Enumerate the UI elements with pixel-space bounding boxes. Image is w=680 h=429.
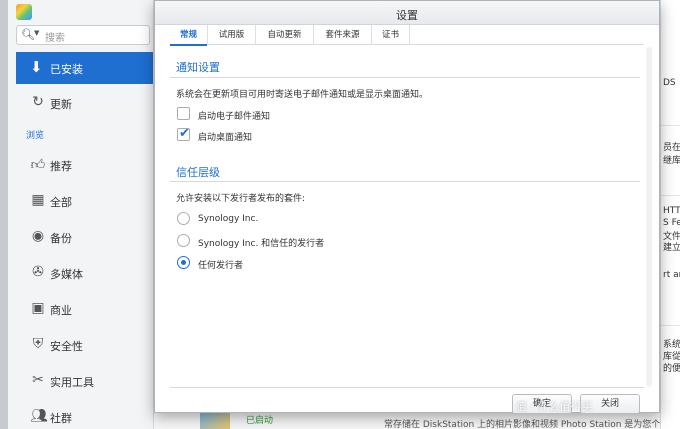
search-icon: 🔍︎ — [21, 28, 35, 41]
status-badge: 已启动 — [246, 416, 274, 426]
sidebar-item-recommended[interactable]: 👍︎ 推荐 — [16, 151, 153, 179]
dialog-titlebar[interactable]: 设置 — [155, 1, 659, 25]
divider — [661, 125, 680, 126]
sidebar-item-label: 推荐 — [50, 160, 72, 173]
download-icon: ⬇ — [30, 58, 43, 76]
sidebar-item-all[interactable]: ▦ 全部 — [16, 187, 153, 215]
sidebar-item-label: 社群 — [50, 412, 72, 425]
trust-option-synology-radio[interactable] — [177, 212, 190, 225]
refresh-icon: ↻ — [32, 94, 44, 110]
sidebar-item-backup[interactable]: ◉ 备份 — [16, 223, 153, 251]
sidebar-item-security[interactable]: ⛨ 安全性 — [16, 331, 153, 359]
thumbs-up-icon: 👍︎ — [30, 157, 46, 173]
divider — [661, 325, 680, 326]
background-text: 的便 — [663, 364, 680, 374]
sidebar-item-utilities[interactable]: ✂ 实用工具 — [16, 367, 153, 395]
background-text: DS — [663, 78, 676, 88]
shield-icon: ⛨ — [32, 336, 44, 352]
background-text: HTT — [663, 206, 680, 216]
background-text: 建立 — [663, 243, 680, 253]
dialog-title: 设置 — [396, 9, 418, 22]
checkmark-icon: ✔ — [179, 126, 190, 141]
sidebar-item-label: 备份 — [50, 232, 72, 245]
settings-dialog: 设置 常规 试用版 自动更新 套件来源 证书 通知设置 系统会在更新项目可用时寄… — [154, 0, 660, 414]
package-center-logo — [16, 4, 32, 20]
trust-option-any-radio[interactable] — [177, 256, 190, 269]
sidebar-item-label: 安全性 — [50, 340, 83, 353]
sidebar-item-label: 全部 — [50, 196, 72, 209]
background-text: S Fe — [663, 218, 680, 228]
background-text: 员在 — [663, 143, 680, 153]
background-text: rt an — [663, 270, 680, 280]
backup-icon: ◉ — [31, 228, 45, 244]
trust-level-description: 允许安装以下发行者发布的套件: — [176, 194, 306, 204]
tab-package-sources[interactable]: 套件来源 — [314, 25, 372, 45]
email-notification-label[interactable]: 启动电子邮件通知 — [198, 109, 270, 122]
search-input[interactable]: 🔍︎ ▼ 搜索 — [16, 25, 150, 45]
trust-option-any-label[interactable]: 任何发行者 — [198, 258, 243, 271]
section-title-trust-level: 信任层级 — [176, 166, 220, 179]
sidebar-item-multimedia[interactable]: ✇ 多媒体 — [16, 259, 153, 287]
section-title-notification: 通知设置 — [176, 61, 220, 74]
package-center-sidebar: 🔍︎ ▼ 搜索 ⬇ 已安装 ↻ 更新 浏览 👍︎ 推荐 ▦ 全部 ◉ 备份 ✇ … — [8, 0, 154, 429]
sidebar-item-label: 已安装 — [50, 63, 83, 76]
trust-option-trusted-label[interactable]: Synology Inc. 和信任的发行者 — [198, 236, 324, 249]
tab-auto-update[interactable]: 自动更新 — [256, 25, 314, 45]
background-package-list: DS 员在 继库, HTT S Fe 文件至 建立 rt an 系统 库從 的便 — [660, 0, 680, 429]
divider — [170, 387, 644, 388]
tools-icon: ✂ — [32, 372, 44, 388]
trust-option-trusted-radio[interactable] — [177, 234, 190, 247]
sidebar-item-label: 更新 — [50, 98, 72, 111]
sidebar-item-business[interactable]: ▣ 商业 — [16, 295, 153, 323]
divider — [170, 77, 640, 78]
film-reel-icon: ✇ — [32, 264, 44, 280]
people-icon: 👥︎ — [30, 408, 48, 424]
notification-description: 系统会在更新项目可用时寄送电子邮件通知或是显示桌面通知。 — [176, 90, 429, 100]
watermark-text: 值 · 什么值得买 — [516, 400, 593, 413]
settings-tabs: 常规 试用版 自动更新 套件来源 证书 — [170, 25, 644, 46]
tab-trial[interactable]: 试用版 — [208, 25, 256, 45]
sidebar-item-label: 商业 — [50, 304, 72, 317]
sidebar-section-browse: 浏览 — [26, 131, 45, 141]
search-placeholder: 搜索 — [45, 33, 65, 44]
email-notification-checkbox[interactable] — [177, 107, 190, 120]
desktop-notification-label[interactable]: 启动桌面通知 — [198, 130, 252, 143]
tab-general[interactable]: 常规 — [170, 25, 208, 46]
tab-certificate[interactable]: 证书 — [372, 25, 410, 45]
background-edge — [0, 0, 8, 429]
chevron-down-icon: ▼ — [34, 29, 40, 37]
grid-icon: ▦ — [31, 192, 45, 208]
briefcase-icon: ▣ — [31, 300, 45, 316]
background-text: 继库, — [663, 156, 680, 166]
sidebar-item-label: 多媒体 — [50, 268, 83, 281]
dialog-scrollbar[interactable] — [646, 47, 652, 387]
sidebar-item-update[interactable]: ↻ 更新 — [16, 89, 153, 117]
package-description: 常存储在 DiskStation 上的相片影像和视频 Photo Station… — [384, 420, 660, 429]
sidebar-item-installed[interactable]: ⬇ 已安装 — [16, 52, 153, 84]
trust-option-synology-label[interactable]: Synology Inc. — [198, 214, 258, 224]
desktop-notification-checkbox[interactable]: ✔ — [177, 126, 190, 141]
radio-selected-dot — [181, 260, 186, 265]
divider — [170, 181, 640, 182]
divider — [661, 195, 680, 196]
sidebar-item-label: 实用工具 — [50, 376, 94, 389]
sidebar-item-community[interactable]: 👥︎ 社群 — [16, 403, 153, 429]
